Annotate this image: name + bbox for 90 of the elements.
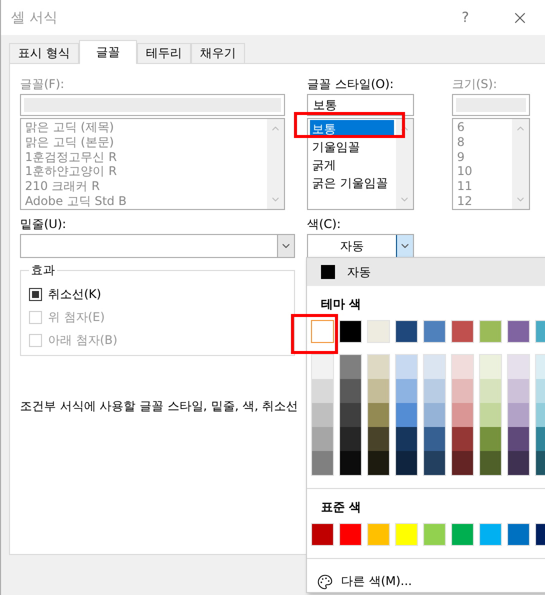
color-swatch[interactable] <box>312 451 333 475</box>
scrollbar[interactable] <box>512 119 529 209</box>
highlight-frame <box>291 314 338 354</box>
size-list-item[interactable]: 11 <box>455 179 510 194</box>
font-label: 글꼴(F): <box>20 76 66 92</box>
color-dropdown[interactable]: 자동 <box>307 234 414 258</box>
color-swatch[interactable] <box>312 355 333 379</box>
more-colors-option[interactable]: 다른 색(M)... <box>307 559 545 590</box>
checkbox-label: 취소선(K) <box>48 286 102 302</box>
color-swatch[interactable] <box>368 403 389 427</box>
font-list-item[interactable]: 맑은 고딕 (본문) <box>23 134 265 150</box>
color-swatch[interactable] <box>508 403 529 427</box>
color-swatch[interactable] <box>396 451 417 475</box>
font-style-item[interactable]: 굵은 기울임꼴 <box>310 174 394 192</box>
color-swatch[interactable] <box>340 355 361 379</box>
color-swatch[interactable] <box>480 403 501 427</box>
checkbox[interactable] <box>29 288 42 300</box>
size-label: 크기(S): <box>452 76 498 92</box>
effects-title: 효과 <box>30 262 56 279</box>
checkbox-label: 위 첨자(E) <box>48 308 105 326</box>
color-swatch[interactable] <box>311 320 334 343</box>
color-swatch[interactable] <box>312 427 333 451</box>
color-swatch[interactable] <box>340 427 361 451</box>
color-swatch[interactable] <box>424 379 445 403</box>
font-list-item[interactable]: 210 크래커 R <box>23 179 265 194</box>
color-swatch[interactable] <box>424 451 445 475</box>
color-swatch[interactable] <box>396 379 417 403</box>
font-list-item[interactable]: 1훈하얀고양이 R <box>23 164 265 180</box>
size-list-item[interactable]: 8 <box>455 134 510 150</box>
color-swatch[interactable] <box>480 427 501 451</box>
color-swatch[interactable] <box>452 403 473 427</box>
color-swatch[interactable] <box>452 451 473 475</box>
color-swatch[interactable] <box>508 355 529 379</box>
tab[interactable]: 글꼴 <box>78 40 137 64</box>
font-list-item[interactable]: 맑은 고딕 (제목) <box>23 120 265 135</box>
standard-colors-title: 표준 색 <box>320 499 362 516</box>
color-swatch[interactable] <box>424 403 445 427</box>
color-swatch[interactable] <box>508 379 529 403</box>
automatic-color-option[interactable]: 자동 <box>307 258 545 286</box>
size-list-item[interactable]: 9 <box>455 150 510 164</box>
tab[interactable]: 테두리 <box>136 43 191 63</box>
size-list-item[interactable]: 10 <box>455 164 510 180</box>
tab[interactable]: 채우기 <box>190 43 245 63</box>
color-swatch[interactable] <box>508 451 529 475</box>
color-swatch[interactable] <box>452 379 473 403</box>
color-swatch[interactable] <box>340 451 361 475</box>
color-swatch[interactable] <box>452 355 473 379</box>
color-swatch[interactable] <box>368 451 389 475</box>
tab[interactable]: 표시 형식 <box>9 43 79 63</box>
color-swatch[interactable] <box>340 379 361 403</box>
theme-colors-title: 테마 색 <box>320 296 362 313</box>
size-list-item[interactable]: 12 <box>455 194 510 209</box>
font-style-list[interactable]: 보통 기울임꼴 굵게 굵은 기울임꼴 <box>307 118 414 210</box>
scrollbar[interactable] <box>396 119 413 209</box>
font-list[interactable]: 맑은 고딕 (제목) 맑은 고딕 (본문) 1훈검정고무신 R 1훈하얀고양이 R 210 크래커 R Adobe 고딕 Std B <box>20 118 285 210</box>
font-list-item[interactable]: 1훈검정고무신 R <box>23 150 265 164</box>
color-swatch[interactable] <box>368 355 389 379</box>
underline-dropdown[interactable] <box>20 234 295 258</box>
color-swatch[interactable] <box>312 403 333 427</box>
font-style-label: 글꼴 스타일(O): <box>307 76 395 92</box>
size-list-item[interactable]: 6 <box>455 120 510 135</box>
font-style-item[interactable]: 굵게 <box>310 156 394 174</box>
color-swatch[interactable] <box>368 379 389 403</box>
color-swatch[interactable] <box>480 355 501 379</box>
scrollbar[interactable] <box>267 119 284 209</box>
color-swatch[interactable] <box>480 379 501 403</box>
font-style-item[interactable]: 기울임꼴 <box>310 138 394 156</box>
font-input[interactable] <box>20 94 285 116</box>
color-swatch[interactable] <box>312 379 333 403</box>
checkbox-label: 아래 첨자(B) <box>48 332 118 348</box>
window-title: 셀 서식 <box>11 8 58 26</box>
color-swatch[interactable] <box>368 427 389 451</box>
color-label: 색(C): <box>307 216 342 232</box>
color-swatch[interactable] <box>396 403 417 427</box>
color-swatch[interactable] <box>452 427 473 451</box>
color-swatch[interactable] <box>480 451 501 475</box>
underline-label: 밑줄(U): <box>20 216 68 232</box>
color-swatch[interactable] <box>340 403 361 427</box>
color-swatch[interactable] <box>396 355 417 379</box>
color-swatch[interactable] <box>424 355 445 379</box>
color-swatch[interactable] <box>396 427 417 451</box>
help-button[interactable]: ? <box>462 10 469 26</box>
automatic-label: 자동 <box>347 264 371 280</box>
color-swatch[interactable] <box>424 427 445 451</box>
palette-icon <box>317 574 333 590</box>
size-input[interactable] <box>452 94 530 116</box>
font-list-item[interactable]: Adobe 고딕 Std B <box>23 194 265 209</box>
color-swatch[interactable] <box>508 427 529 451</box>
size-list[interactable]: 6 8 9 10 11 12 <box>452 118 530 210</box>
description-text: 조건부 서식에 사용할 글꼴 스타일, 밑줄, 색, 취소선 <box>20 398 300 415</box>
